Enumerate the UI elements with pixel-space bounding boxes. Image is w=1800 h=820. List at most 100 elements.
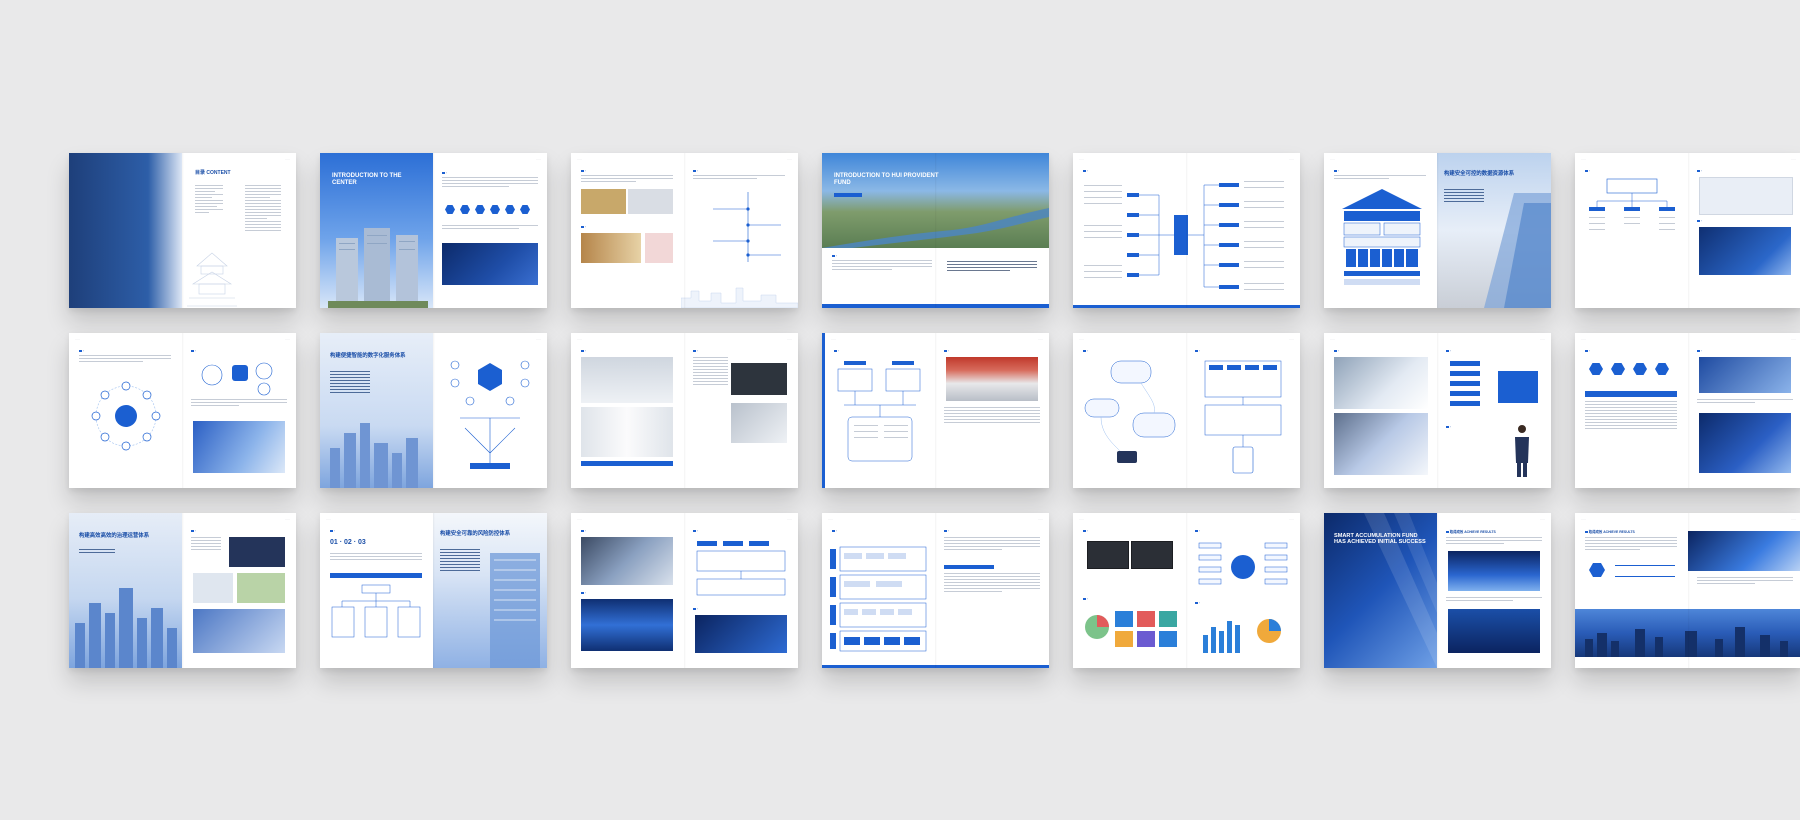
section-title: · (191, 529, 196, 533)
section-title: · (944, 529, 949, 533)
service-network-diagram (450, 360, 530, 469)
flow-chart (1589, 178, 1675, 230)
table-header (1585, 391, 1677, 397)
page-header: ····· (1540, 518, 1545, 521)
architecture-diagram (1204, 360, 1282, 474)
section-title: · (442, 171, 447, 175)
panorama-skyline (1585, 627, 1788, 657)
spread-efficient-ops[interactable]: 构建高效高效的治理运营体系 ····· · (69, 513, 296, 668)
toc-column-right (245, 185, 281, 233)
timeline-diagram (713, 192, 781, 262)
page-header: ····· (285, 518, 290, 521)
toc-column-left (195, 185, 223, 215)
section-title: · (832, 254, 837, 258)
body-text (693, 175, 785, 181)
hex-icon (1655, 363, 1669, 375)
intro-fund-title: INTRODUCTION TO HUI PROVIDENT FUND (834, 173, 939, 186)
smartphone-photo (193, 421, 285, 473)
section-title: · (1083, 169, 1088, 173)
dashboard-tiles (1085, 611, 1177, 647)
spread-network[interactable]: ····· ····· · · (822, 333, 1049, 488)
hex-icon (1633, 363, 1647, 375)
spread-cloud-diagram[interactable]: ····· ····· · · (1073, 333, 1300, 488)
spread-intro-center[interactable]: INTRODUCTION TO THE CENTER ····· · (320, 153, 547, 308)
spread-security-system[interactable]: ····· · 构建安全可控的数据资源体系 (1324, 153, 1551, 308)
section-title: · (1446, 349, 1451, 353)
body-text (1446, 537, 1542, 546)
award-photo (581, 189, 626, 214)
tablet-hands-photo (1334, 413, 1428, 475)
office-towers-photo (328, 228, 428, 308)
plaques-photo (581, 233, 641, 263)
spread-dashboards[interactable]: ····· ····· · · · · (1073, 513, 1300, 668)
left-edge-bar (822, 333, 825, 488)
page-header: ····· (1289, 338, 1294, 341)
body-text (191, 399, 287, 408)
page-header: ····· (1038, 518, 1043, 521)
page-header: ····· (1289, 158, 1294, 161)
spread-mindmap[interactable]: ····· ····· · (1073, 153, 1300, 308)
spread-intro-fund[interactable]: INTRODUCTION TO HUI PROVIDENT FUND · (822, 153, 1049, 308)
spread-risk-control[interactable]: ····· · 01 · 02 · 03 构建安全可靠的风险防控体系 (320, 513, 547, 668)
spread-table[interactable]: ····· ····· · · (1575, 333, 1800, 488)
staff-photo (731, 403, 787, 443)
section-title: · (581, 349, 586, 353)
page-header: ····· (828, 518, 833, 521)
spread-services[interactable]: ····· ····· · · · (571, 153, 798, 308)
page-header: ····· (577, 338, 582, 341)
spread-digital-service[interactable]: 构建便捷智能的数字化服务体系 ····· (320, 333, 547, 488)
hex-icon (1589, 363, 1603, 375)
spread-contents[interactable]: 目录 CONTENT ····· (69, 153, 296, 308)
page-header: ····· (1791, 338, 1796, 341)
page-header: ····· (326, 518, 331, 521)
page-header: ····· (1079, 518, 1084, 521)
skyline-photo (330, 423, 418, 488)
section-title: · (1195, 529, 1200, 533)
page-header: ····· (1330, 158, 1335, 161)
page-header: ····· (1581, 338, 1586, 341)
section-title: · (693, 529, 698, 533)
tech-photo (1688, 531, 1800, 571)
spread-architecture[interactable]: ····· ····· · · (822, 513, 1049, 668)
spread-results-stats[interactable]: ····· ····· 取得成效 ACHIEVE RESULTS (1575, 513, 1800, 668)
spread-circle-diagram[interactable]: ····· ····· · · (69, 333, 296, 488)
section-title: · (834, 349, 839, 353)
risk-control-title: 构建安全可靠的风险防控体系 (440, 531, 511, 537)
spread-results-cover[interactable]: SMART ACCUMULATION FUND HAS ACHIEVED INI… (1324, 513, 1551, 668)
body-text (832, 260, 932, 272)
page-header: ····· (1791, 518, 1796, 521)
table-header (330, 573, 422, 578)
section-title: · (1083, 529, 1088, 533)
display-screen-photo (1699, 227, 1791, 275)
terminal-screen-photo (731, 363, 787, 395)
page-header: ····· (1330, 338, 1335, 341)
body-text (330, 553, 422, 562)
bullet-list (191, 537, 221, 552)
section-title: · (1697, 349, 1702, 353)
section-title: · (1585, 169, 1590, 173)
typing-photo (193, 609, 285, 653)
results-section: 取得成效 ACHIEVE RESULTS (1446, 529, 1496, 534)
section-title: · (191, 349, 196, 353)
stats-strip (1615, 565, 1675, 577)
body-text (79, 355, 171, 364)
section-title: · (581, 225, 586, 229)
footer-bar (822, 665, 1049, 668)
page-header: ····· (1581, 518, 1586, 521)
spread-terminals[interactable]: ····· ····· · · (571, 333, 798, 488)
page-header: ····· (831, 338, 836, 341)
city-night-photo (1448, 551, 1540, 591)
hex-icon (505, 205, 515, 214)
office-photo (628, 189, 673, 214)
section-title: · (79, 349, 84, 353)
screenshot-photo (193, 573, 233, 603)
service-hall-photo (946, 357, 1038, 401)
section-title: · (1697, 169, 1702, 173)
body-text (1697, 577, 1793, 586)
spread-process[interactable]: ····· ····· · · · (1575, 153, 1800, 308)
spread-tablet[interactable]: ····· ····· · · · (1324, 333, 1551, 488)
video-wall-photo (581, 599, 673, 651)
ring-diagram (91, 381, 161, 451)
spread-monitoring[interactable]: ····· ····· · · · · (571, 513, 798, 668)
section-title: · (693, 607, 698, 611)
